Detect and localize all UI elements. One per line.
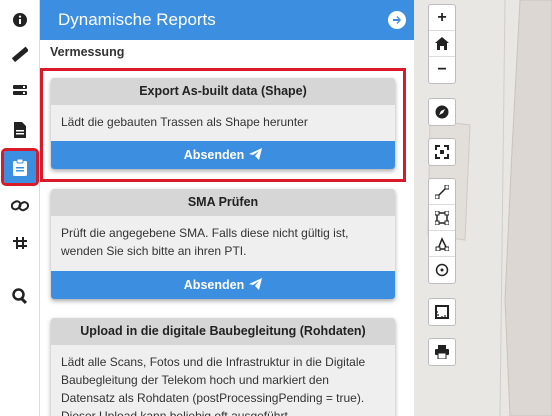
ruler-icon [12, 46, 28, 62]
circle-icon [435, 263, 449, 277]
draw-polygon-button[interactable] [429, 231, 455, 257]
network-icon [13, 237, 27, 249]
draw-rectangle-button[interactable] [429, 205, 455, 231]
network-button[interactable] [4, 227, 36, 259]
info-icon [13, 13, 27, 27]
zoom-out-button[interactable]: − [429, 57, 455, 83]
layers-icon [13, 85, 27, 95]
home-icon [435, 37, 449, 50]
location-toolbar [428, 98, 456, 126]
card-description: Lädt alle Scans, Fotos und die Infrastru… [51, 345, 395, 416]
compass-icon [435, 105, 449, 119]
reports-button[interactable] [1, 148, 39, 186]
panel-header: Dynamische Reports [40, 0, 414, 40]
tool-rail [0, 0, 40, 416]
card-title: Upload in die digitale Baubegleitung (Ro… [51, 318, 395, 345]
polyline-icon [435, 184, 449, 199]
report-card-sma: SMA Prüfen Prüft die angegebene SMA. Fal… [51, 189, 395, 299]
map-frame-icon [435, 305, 449, 319]
arrow-right-icon [393, 16, 401, 24]
zoom-toolbar: + − [428, 4, 456, 84]
locate-button[interactable] [429, 99, 455, 125]
rectangle-icon [435, 210, 449, 225]
search-button[interactable] [4, 280, 36, 312]
draw-toolbar [428, 178, 456, 284]
document-button[interactable] [4, 114, 36, 146]
info-button[interactable] [4, 4, 36, 36]
search-zoom-icon [12, 288, 28, 304]
card-description: Prüft die angegebene SMA. Falls diese ni… [51, 216, 395, 271]
printer-icon [435, 345, 449, 359]
reports-panel: Dynamische Reports Vermessung Export As-… [40, 0, 414, 416]
layers-button[interactable] [4, 74, 36, 106]
panel-title: Dynamische Reports [58, 10, 216, 29]
polygon-icon [435, 236, 449, 251]
link-button[interactable] [4, 190, 36, 222]
card-title: SMA Prüfen [51, 189, 395, 216]
home-button[interactable] [429, 31, 455, 57]
report-card-upload: Upload in die digitale Baubegleitung (Ro… [51, 318, 395, 416]
arrow-right-button[interactable] [388, 11, 406, 29]
clipboard-icon [13, 158, 27, 176]
print-button[interactable] [429, 339, 455, 365]
section-title: Vermessung [50, 45, 125, 59]
zoom-in-button[interactable]: + [429, 5, 455, 31]
measure-area-button[interactable] [429, 299, 455, 325]
paper-plane-icon [249, 278, 263, 290]
print-toolbar [428, 338, 456, 366]
submit-label: Absenden [183, 278, 245, 292]
measure-toolbar [428, 298, 456, 326]
draw-circle-button[interactable] [429, 257, 455, 283]
fullscreen-toolbar [428, 138, 456, 166]
submit-button[interactable]: Absenden [51, 271, 395, 299]
measure-button[interactable] [4, 38, 36, 70]
link-icon [11, 200, 29, 212]
draw-line-button[interactable] [429, 179, 455, 205]
fullscreen-button[interactable] [429, 139, 455, 165]
expand-icon [435, 145, 449, 159]
document-icon [14, 122, 26, 138]
selection-highlight [40, 68, 406, 182]
